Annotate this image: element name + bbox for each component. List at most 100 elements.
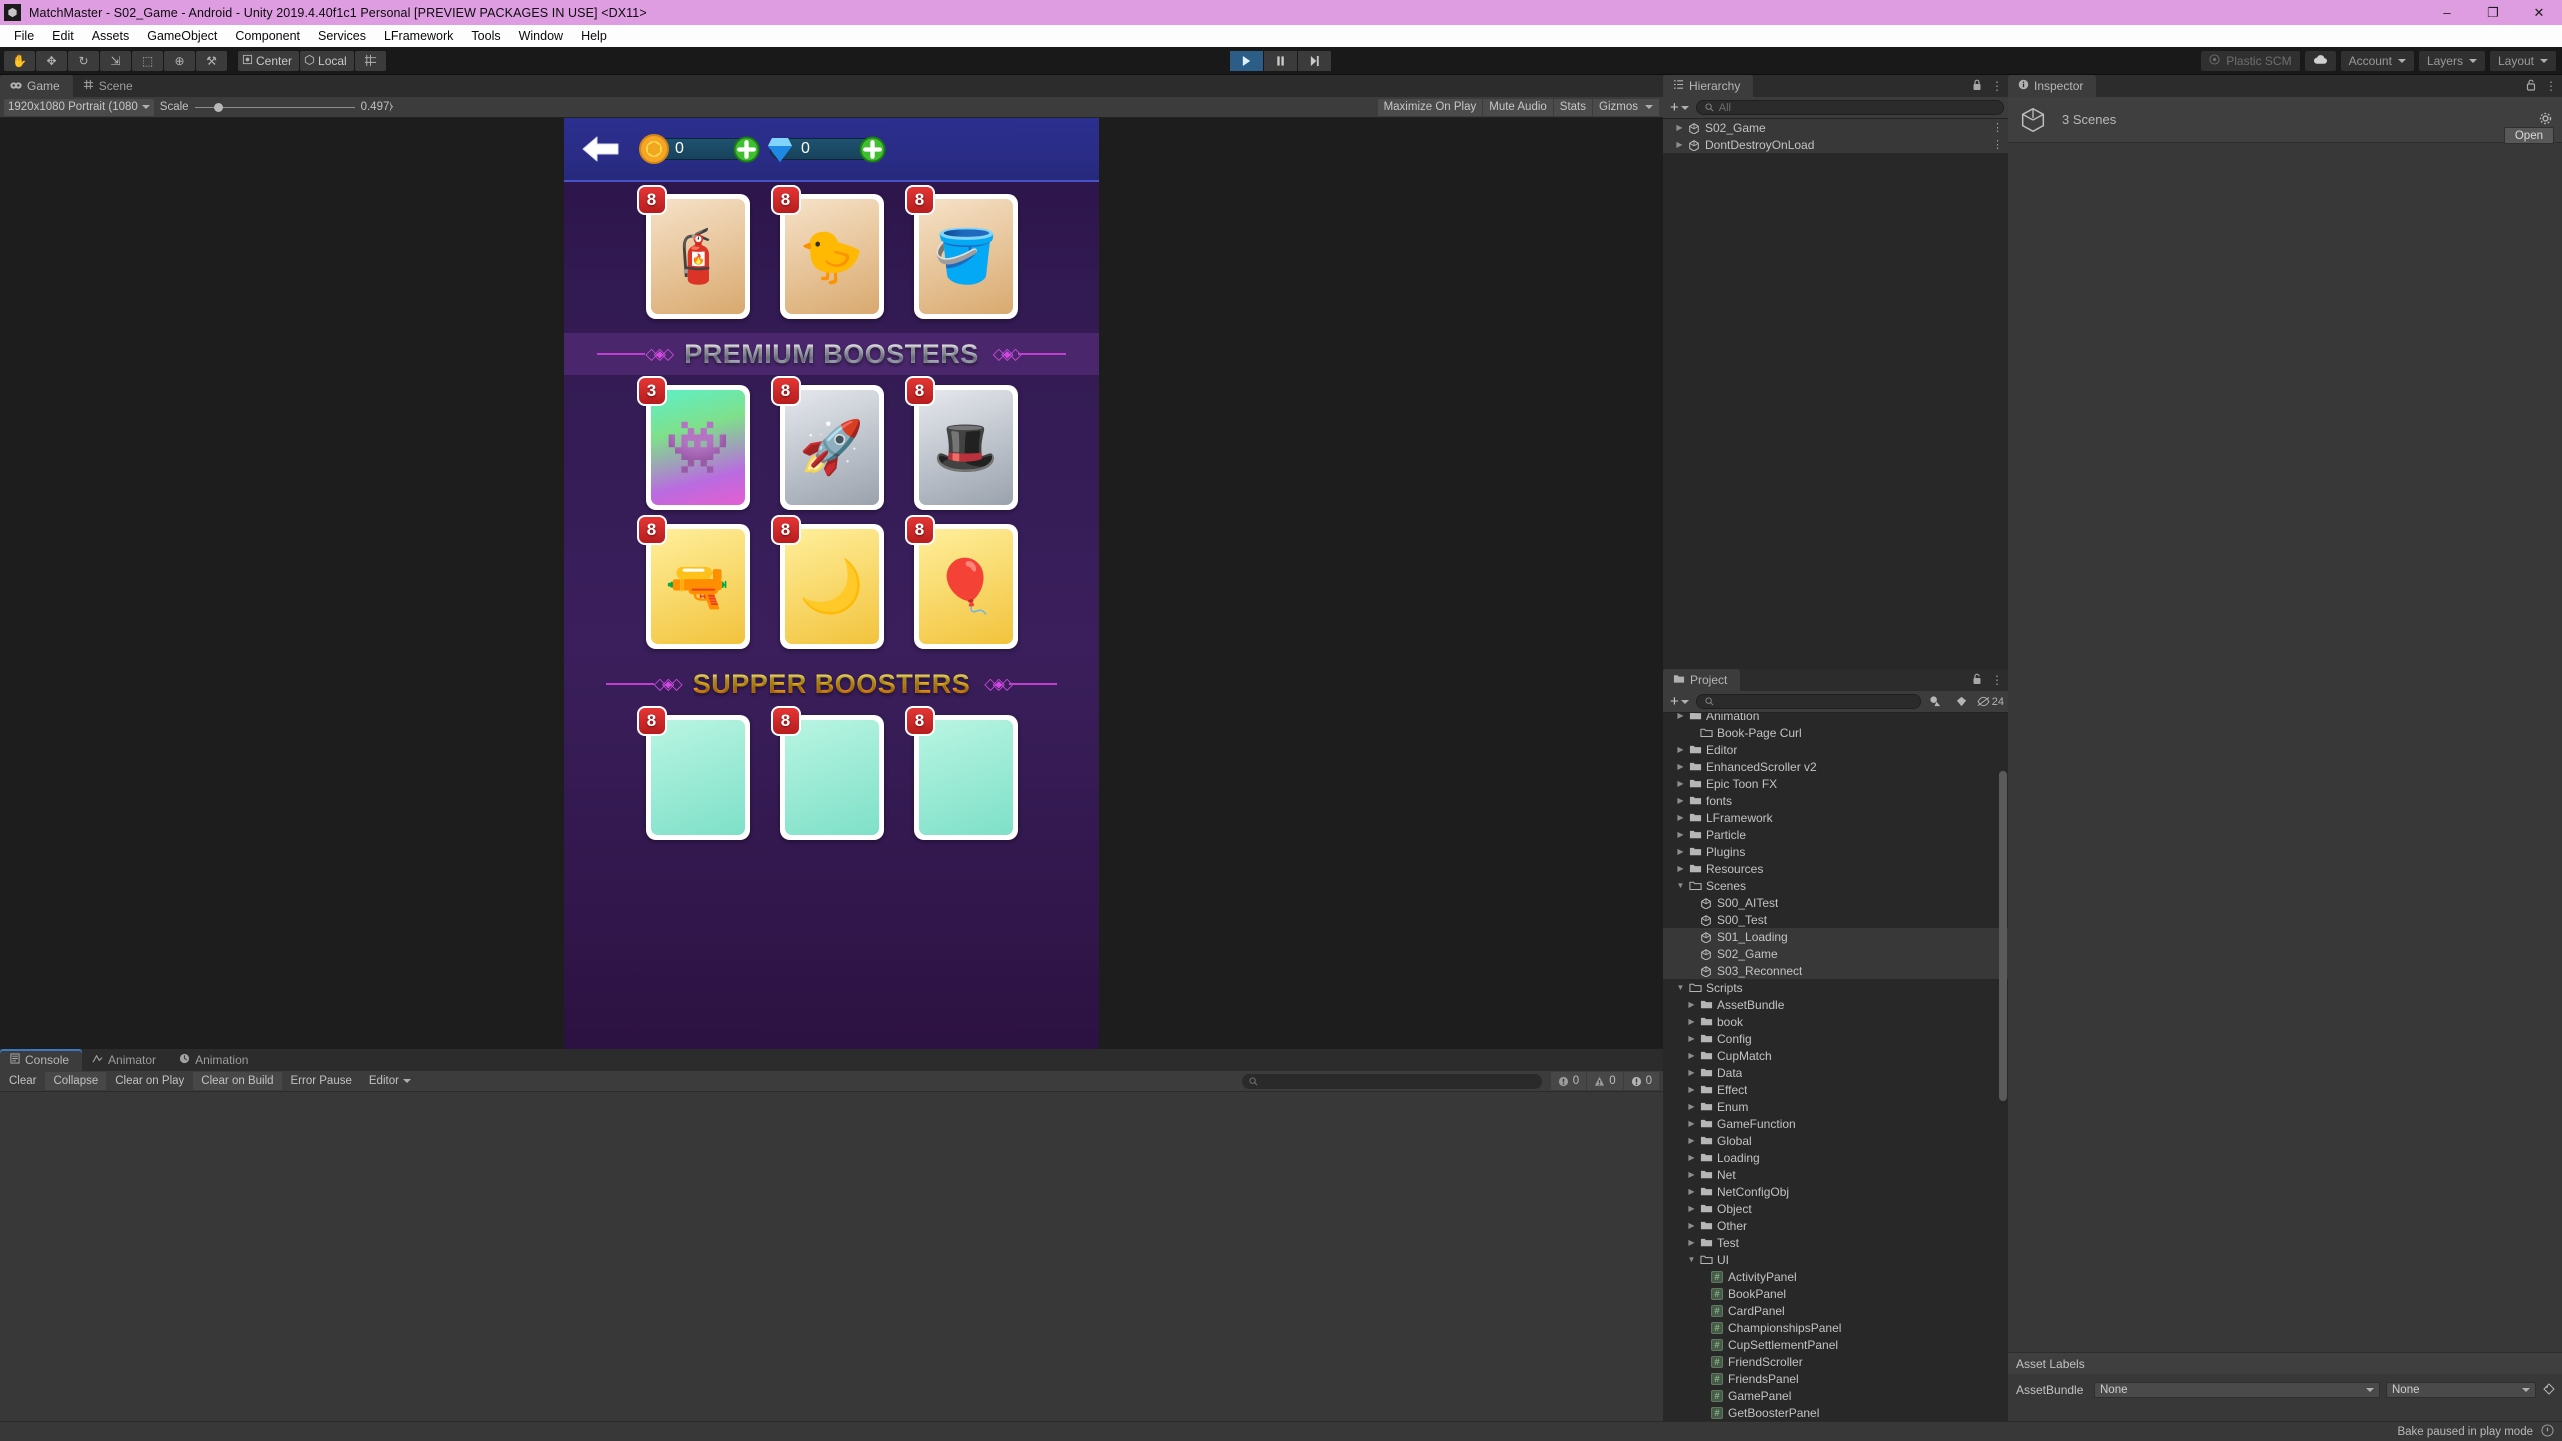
project-item[interactable]: # ChampionshipsPanel	[1663, 1319, 2008, 1336]
menu-item-services[interactable]: Services	[309, 26, 375, 46]
rect-tool[interactable]: ⬚	[132, 50, 163, 71]
step-button[interactable]	[1298, 50, 1331, 71]
booster-card-magic-hat[interactable]: 🎩 8	[904, 376, 1018, 510]
game-stats-button[interactable]: Stats	[1553, 98, 1593, 116]
expand-arrow-icon[interactable]: ▶	[1674, 864, 1687, 873]
tab-project[interactable]: Project	[1663, 669, 1741, 691]
kebab-menu-icon[interactable]: ⋮	[1992, 138, 2003, 151]
close-button[interactable]: ✕	[2516, 0, 2562, 25]
expand-arrow-icon[interactable]: ▶	[1685, 1085, 1698, 1094]
add-gems-button[interactable]	[859, 135, 886, 163]
project-item[interactable]: # CardPanel	[1663, 1302, 2008, 1319]
project-item[interactable]: ▶ Particle	[1663, 826, 2008, 843]
tab-scene[interactable]: Scene	[73, 75, 146, 97]
layout-dropdown[interactable]: Layout	[2489, 50, 2556, 71]
custom-tool[interactable]: ⚒	[196, 50, 227, 71]
project-item[interactable]: ▶ Other	[1663, 1217, 2008, 1234]
project-item[interactable]: # FriendScroller	[1663, 1353, 2008, 1370]
menu-item-lframework[interactable]: LFramework	[375, 26, 462, 46]
grid-snap-button[interactable]	[354, 50, 386, 71]
project-item[interactable]: # GamePanel	[1663, 1387, 2008, 1404]
kebab-menu-icon[interactable]: ⋮	[2545, 79, 2557, 93]
project-item[interactable]: # CupSettlementPanel	[1663, 1336, 2008, 1353]
log-count[interactable]: 0	[1550, 1072, 1587, 1090]
expand-arrow-icon[interactable]: ▼	[1685, 1255, 1698, 1264]
project-item[interactable]: ▶ Animation	[1663, 713, 2008, 724]
create-asset-button[interactable]: +	[1667, 693, 1692, 710]
lock-icon[interactable]	[1972, 673, 1982, 688]
booster-card-dynamite[interactable]: 🧯 8	[636, 185, 750, 319]
resolution-dropdown[interactable]: 1920x1080 Portrait (1080	[4, 98, 154, 116]
project-item[interactable]: ▶ Global	[1663, 1132, 2008, 1149]
menu-item-gameobject[interactable]: GameObject	[138, 26, 226, 46]
project-item[interactable]: ▶ EnhancedScroller v2	[1663, 758, 2008, 775]
tab-hierarchy[interactable]: Hierarchy	[1663, 75, 1754, 97]
gear-icon[interactable]	[2539, 112, 2552, 128]
expand-arrow-icon[interactable]: ▼	[1674, 983, 1687, 992]
project-item[interactable]: Book-Page Curl	[1663, 724, 2008, 741]
expand-arrow-icon[interactable]: ▶	[1685, 1000, 1698, 1009]
menu-item-window[interactable]: Window	[510, 26, 572, 46]
game-mute-audio-button[interactable]: Mute Audio	[1483, 98, 1553, 116]
expand-arrow-icon[interactable]: ▶	[1685, 1068, 1698, 1077]
project-item[interactable]: ▶ NetConfigObj	[1663, 1183, 2008, 1200]
account-dropdown[interactable]: Account	[2340, 50, 2414, 71]
project-item[interactable]: ▶ book	[1663, 1013, 2008, 1030]
project-item[interactable]: ▼ UI	[1663, 1251, 2008, 1268]
project-item[interactable]: S01_Loading	[1663, 928, 2008, 945]
expand-arrow-icon[interactable]: ▶	[1674, 847, 1687, 856]
game-canvas[interactable]: 0 0 🧯 8 🐤 8 🪣 8 ◇◈◇ PREMIUM BOOSTERS ◇◈◇…	[0, 118, 1663, 1049]
expand-arrow-icon[interactable]: ▶	[1685, 1119, 1698, 1128]
hierarchy-item[interactable]: ▶ S02_Game ⋮	[1663, 119, 2008, 136]
plastic-scm-button[interactable]: Plastic SCM	[2201, 50, 2300, 71]
assetbundle-variant-dropdown[interactable]: None	[2386, 1382, 2536, 1398]
expand-arrow-icon[interactable]: ▶	[1685, 1034, 1698, 1043]
project-item[interactable]: ▶ fonts	[1663, 792, 2008, 809]
expand-arrow-icon[interactable]: ▶	[1685, 1051, 1698, 1060]
expand-arrow-icon[interactable]: ▶	[1674, 779, 1687, 788]
project-item[interactable]: ▶ Epic Toon FX	[1663, 775, 2008, 792]
expand-arrow-icon[interactable]: ▶	[1685, 1153, 1698, 1162]
tab-game[interactable]: Game	[0, 75, 73, 97]
booster-card-rubber-duck[interactable]: 🐤 8	[770, 185, 884, 319]
play-button[interactable]	[1230, 50, 1263, 71]
project-item[interactable]: ▶ GameFunction	[1663, 1115, 2008, 1132]
project-item[interactable]: ▶ Object	[1663, 1200, 2008, 1217]
expand-arrow-icon[interactable]: ▶	[1685, 1170, 1698, 1179]
expand-arrow-icon[interactable]: ▶	[1685, 1221, 1698, 1230]
project-item[interactable]: ▶ Plugins	[1663, 843, 2008, 860]
project-item[interactable]: ▶ Test	[1663, 1234, 2008, 1251]
project-item[interactable]: S00_Test	[1663, 911, 2008, 928]
expand-arrow-icon[interactable]: ▶	[1674, 745, 1687, 754]
booster-card-angry-balloon[interactable]: 🎈 8	[904, 515, 1018, 649]
game-gizmos-button[interactable]: Gizmos	[1593, 98, 1659, 116]
expand-arrow-icon[interactable]: ▶	[1685, 1204, 1698, 1213]
tab-console[interactable]: Console	[0, 1049, 83, 1071]
project-item[interactable]: # GetBoosterPanel	[1663, 1404, 2008, 1421]
scale-tool[interactable]: ⇲	[100, 50, 131, 71]
pivot-toggle[interactable]: Center	[238, 50, 300, 71]
menu-item-file[interactable]: File	[5, 26, 43, 46]
booster-card-booster-a[interactable]: 8	[636, 706, 750, 840]
kebab-menu-icon[interactable]: ⋮	[1992, 121, 2003, 134]
project-tree[interactable]: ▶ Animation Book-Page Curl ▶ Editor ▶ Enhanced…	[1663, 713, 2008, 1421]
slider-knob[interactable]	[213, 102, 223, 112]
project-item[interactable]: S02_Game	[1663, 945, 2008, 962]
hierarchy-tree[interactable]: ▶ S02_Game ⋮ ▶ DontDestroyOnLoad ⋮	[1663, 119, 2008, 669]
project-item[interactable]: ▶ Editor	[1663, 741, 2008, 758]
error-count[interactable]: 0	[1623, 1072, 1659, 1090]
console-collapse-button[interactable]: Collapse	[45, 1072, 107, 1090]
tab-inspector[interactable]: Inspector	[2008, 75, 2097, 97]
project-item[interactable]: ▶ Config	[1663, 1030, 2008, 1047]
project-item[interactable]: ▶ Loading	[1663, 1149, 2008, 1166]
project-item[interactable]: ▼ Scripts	[1663, 979, 2008, 996]
add-gameobject-button[interactable]: +	[1667, 99, 1692, 116]
project-item[interactable]: ▶ Effect	[1663, 1081, 2008, 1098]
scale-slider[interactable]	[194, 100, 355, 114]
console-error-pause-button[interactable]: Error Pause	[283, 1072, 360, 1090]
scrollbar-thumb[interactable]	[1999, 771, 2007, 1101]
project-item[interactable]: # FriendsPanel	[1663, 1370, 2008, 1387]
tab-animation[interactable]: Animation	[169, 1049, 261, 1071]
booster-card-paint-bucket[interactable]: 🪣 8	[904, 185, 1018, 319]
transform-tool[interactable]: ⊕	[164, 50, 195, 71]
